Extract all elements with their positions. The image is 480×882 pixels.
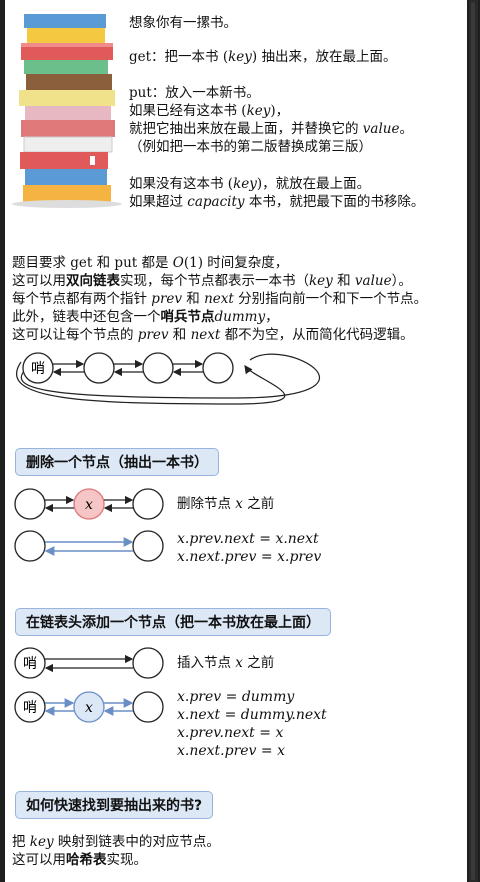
insert-formula-1: x.prev = dummy [177, 689, 295, 705]
hash-line-1: 把 key 映射到链表中的对应节点。 [12, 834, 220, 850]
delete-formula-2: x.next.prev = x.prev [177, 549, 322, 565]
insert-caption: 插入节点 x 之前 [177, 655, 275, 671]
insert-formula-2: x.next = dummy.next [177, 707, 327, 723]
section-header-insert: 在链表头添加一个节点（把一本书放在最上面） [15, 608, 331, 636]
section-header-hash: 如何快速找到要抽出来的书? [15, 791, 214, 819]
node-x-label: x [85, 700, 93, 716]
sentinel-label: 哨 [31, 361, 45, 377]
insert-formula-4: x.next.prev = x [177, 743, 285, 759]
list-node [142, 352, 174, 384]
intro-line-6: （例如把一本书的第二版替换成第三版） [129, 139, 372, 155]
insert-before-diagram: 哨 [14, 647, 164, 679]
intro-line-get: get：把一本书 (key) 抽出来，放在最上面。 [129, 49, 397, 65]
intro-line-4: 如果已经有这本书 (key)， [129, 103, 290, 119]
para-line-4: 此外，链表中还包含一个哨兵节点dummy， [12, 309, 279, 325]
node-x-label: x [85, 497, 93, 513]
hash-line-2: 这可以用哈希表实现。 [12, 852, 147, 868]
sentinel-label: 哨 [23, 656, 37, 672]
intro-line-put: put：放入一本新书。 [129, 85, 260, 101]
sentinel-label: 哨 [23, 700, 37, 716]
list-node [202, 352, 234, 384]
intro-line-7: 如果没有这本书 (key)，就放在最上面。 [129, 176, 371, 192]
book-stack-icon [12, 14, 122, 208]
delete-before-diagram: x [14, 488, 164, 520]
delete-formula-1: x.prev.next = x.next [177, 531, 319, 547]
delete-caption: 删除节点 x 之前 [177, 496, 275, 512]
section-header-delete: 删除一个节点（抽出一本书） [15, 448, 219, 476]
para-line-3: 每个节点都有两个指针 prev 和 next 分别指向前一个和下一个节点。 [12, 291, 428, 307]
delete-after-diagram [14, 530, 164, 562]
scrollbar-thumb[interactable] [471, 2, 475, 880]
circular-list-diagram: 哨 [15, 352, 320, 405]
insert-formula-3: x.prev.next = x [177, 725, 284, 741]
intro-line-8: 如果超过 capacity 本书，就把最下面的书移除。 [129, 194, 425, 210]
sentinel-node [22, 352, 54, 384]
content-page: 想象你有一摞书。 get：把一本书 (key) 抽出来，放在最上面。 put：放… [5, 0, 467, 882]
para-line-5: 这可以让每个节点的 prev 和 next 都不为空，从而简化代码逻辑。 [12, 327, 414, 343]
para-line-1: 题目要求 get 和 put 都是 O(1) 时间复杂度， [12, 255, 289, 271]
insert-after-diagram: 哨 x [14, 691, 164, 723]
intro-line-5: 就把它抽出来放在最上面，并替换它的 value。 [129, 121, 413, 137]
para-line-2: 这可以用双向链表实现，每个节点都表示一本书（key 和 value）。 [12, 273, 412, 289]
intro-line-1: 想象你有一摞书。 [129, 15, 237, 31]
list-node [83, 352, 115, 384]
